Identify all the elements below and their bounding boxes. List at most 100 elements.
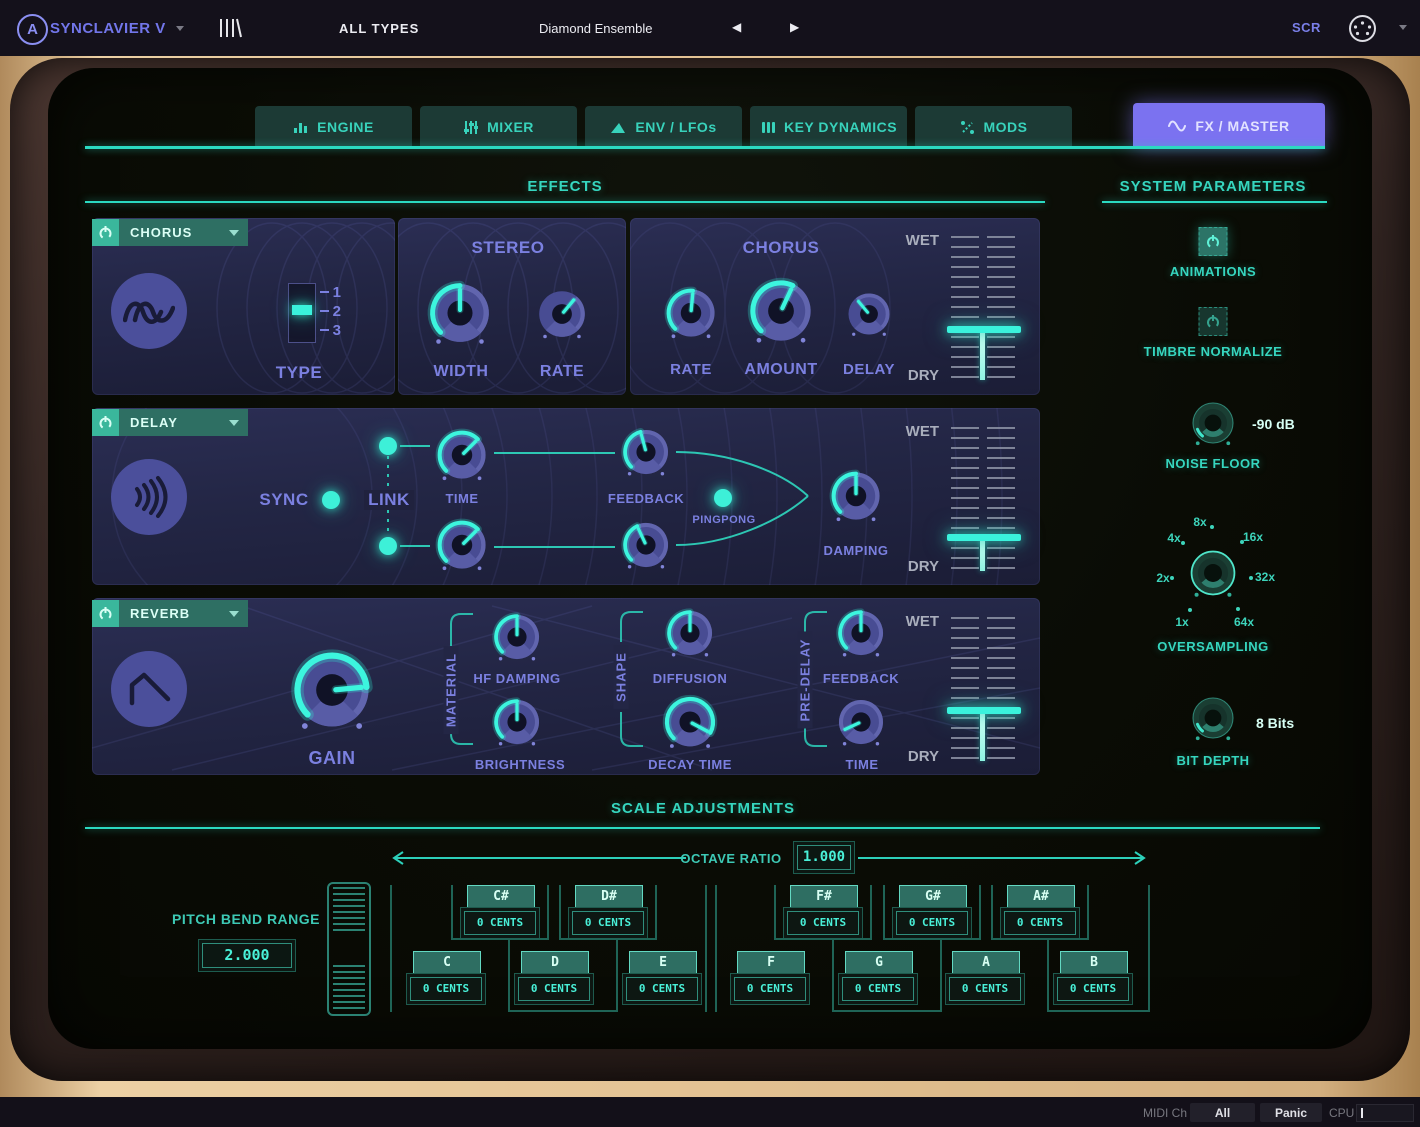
next-preset-button[interactable]: ▶ — [790, 20, 799, 34]
note-d-cents[interactable]: 0 CENTS — [518, 977, 590, 1001]
delay-time-right-knob[interactable] — [431, 514, 493, 576]
stereo-width-knob[interactable] — [422, 275, 498, 351]
timbre-normalize-toggle[interactable] — [1199, 307, 1228, 336]
tab-key-dynamics[interactable]: KEY DYNAMICS — [750, 106, 907, 148]
note-g#-key[interactable]: G# — [899, 885, 967, 909]
delay-feedback-right-knob[interactable] — [617, 516, 675, 574]
oversampling-option[interactable]: 16x — [1243, 530, 1263, 544]
diffusion-knob[interactable] — [661, 604, 719, 662]
note-a#-key[interactable]: A# — [1007, 885, 1075, 909]
note-g#-cents[interactable]: 0 CENTS — [896, 911, 968, 935]
predelay-time-knob[interactable] — [832, 693, 890, 751]
midi-menu-caret-icon[interactable] — [1399, 25, 1407, 30]
hf-damping-knob[interactable] — [488, 608, 546, 666]
wet-dry-handle[interactable] — [947, 534, 1021, 541]
scr-button[interactable]: SCR — [1292, 20, 1321, 35]
decay-time-knob[interactable] — [658, 690, 722, 754]
pitch-bend-range-value[interactable]: 2.000 — [202, 943, 292, 968]
panic-button[interactable]: Panic — [1260, 1103, 1322, 1122]
note-c#-cents[interactable]: 0 CENTS — [464, 911, 536, 935]
note-b-key[interactable]: B — [1060, 951, 1128, 975]
library-filter-button[interactable]: ALL TYPES — [339, 21, 419, 36]
animations-toggle[interactable] — [1199, 227, 1228, 256]
arturia-logo[interactable]: A — [17, 14, 48, 45]
delay-power-button[interactable] — [92, 409, 119, 436]
note-d-key[interactable]: D — [521, 951, 589, 975]
pingpong-toggle-dot[interactable] — [714, 489, 732, 507]
oversampling-option[interactable]: 4x — [1167, 531, 1180, 545]
tab-engine[interactable]: ENGINE — [255, 106, 412, 148]
note-f#-key[interactable]: F# — [790, 885, 858, 909]
note-c#-key[interactable]: C# — [467, 885, 535, 909]
chorus-type-switch-handle[interactable] — [292, 305, 312, 315]
delay-time-left-knob[interactable] — [431, 424, 493, 486]
oversampling-option[interactable]: 2x — [1156, 571, 1169, 585]
preset-name[interactable]: Diamond Ensemble — [539, 21, 652, 36]
delay-selector[interactable]: DELAY — [92, 409, 248, 436]
link-bottom-dot[interactable] — [379, 537, 397, 555]
delay-feedback-left-knob[interactable] — [617, 423, 675, 481]
delay-time-label: TIME — [445, 491, 478, 506]
reverb-wet-dry-slider[interactable]: WET DRY — [893, 611, 1043, 767]
tab-mods[interactable]: MODS — [915, 106, 1072, 148]
reverb-gain-knob[interactable] — [284, 642, 380, 738]
reverb-selector[interactable]: REVERB — [92, 600, 248, 627]
wet-dry-handle[interactable] — [947, 707, 1021, 714]
stereo-rate-knob[interactable] — [532, 284, 592, 344]
chorus-wet-dry-slider[interactable]: WET DRY — [893, 230, 1043, 386]
chorus-type-2[interactable]: 2 — [333, 303, 342, 320]
noise-floor-knob[interactable] — [1186, 396, 1240, 450]
note-e-key[interactable]: E — [629, 951, 697, 975]
link-top-dot[interactable] — [379, 437, 397, 455]
wheel-ticks — [333, 965, 365, 1011]
bit-depth-knob[interactable] — [1186, 691, 1240, 745]
sync-toggle-dot[interactable] — [322, 491, 340, 509]
midi-din-icon[interactable] — [1348, 14, 1377, 43]
chorus-type-3[interactable]: 3 — [333, 322, 342, 339]
note-e-cents[interactable]: 0 CENTS — [626, 977, 698, 1001]
oversampling-option[interactable]: 32x — [1255, 570, 1275, 584]
chorus-rate-knob[interactable] — [660, 282, 722, 344]
note-a#-cents[interactable]: 0 CENTS — [1004, 911, 1076, 935]
brightness-knob[interactable] — [488, 693, 546, 751]
tab-mixer[interactable]: MIXER — [420, 106, 577, 148]
oversampling-knob[interactable] — [1184, 544, 1242, 602]
note-d#-key[interactable]: D# — [575, 885, 643, 909]
delay-wet-dry-slider[interactable]: WET DRY — [893, 421, 1043, 577]
chorus-selector[interactable]: CHORUS — [92, 219, 248, 246]
octave-ratio-value[interactable]: 1.000 — [797, 845, 851, 870]
note-c-cents[interactable]: 0 CENTS — [410, 977, 482, 1001]
chorus-type-1[interactable]: 1 — [333, 284, 342, 301]
note-f#-cents[interactable]: 0 CENTS — [787, 911, 859, 935]
reverb-power-button[interactable] — [92, 600, 119, 627]
tab-env-lfos[interactable]: ENV / LFOs — [585, 106, 742, 148]
library-icon[interactable] — [218, 18, 242, 38]
app-menu-caret-icon[interactable] — [176, 26, 184, 31]
note-a-key[interactable]: A — [952, 951, 1020, 975]
chorus-amount-knob[interactable] — [742, 272, 820, 350]
chorus-type-switch[interactable] — [288, 283, 316, 343]
predelay-feedback-knob[interactable] — [832, 604, 890, 662]
wet-dry-handle[interactable] — [947, 326, 1021, 333]
pitch-wheel[interactable] — [327, 882, 371, 1016]
oversampling-option[interactable]: 64x — [1234, 615, 1254, 629]
chorus-power-button[interactable] — [92, 219, 119, 246]
note-d#-cents[interactable]: 0 CENTS — [572, 911, 644, 935]
midi-channel-button[interactable]: All — [1190, 1103, 1255, 1122]
fx-master-icon — [1168, 118, 1186, 133]
slider-ticks — [987, 617, 1015, 761]
note-b-cents[interactable]: 0 CENTS — [1057, 977, 1129, 1001]
oversampling-option[interactable]: 1x — [1175, 615, 1188, 629]
oversampling-option[interactable]: 8x — [1193, 515, 1206, 529]
note-f-cents[interactable]: 0 CENTS — [734, 977, 806, 1001]
note-f-key[interactable]: F — [737, 951, 805, 975]
chorus-delay-knob[interactable] — [842, 287, 896, 341]
prev-preset-button[interactable]: ◀ — [732, 20, 741, 34]
delay-damping-knob[interactable] — [825, 465, 887, 527]
tab-fx-master[interactable]: FX / MASTER — [1133, 103, 1325, 148]
oversampling-tick-dot — [1188, 608, 1192, 612]
note-g-cents[interactable]: 0 CENTS — [842, 977, 914, 1001]
note-a-cents[interactable]: 0 CENTS — [949, 977, 1021, 1001]
note-c-key[interactable]: C — [413, 951, 481, 975]
note-g-key[interactable]: G — [845, 951, 913, 975]
